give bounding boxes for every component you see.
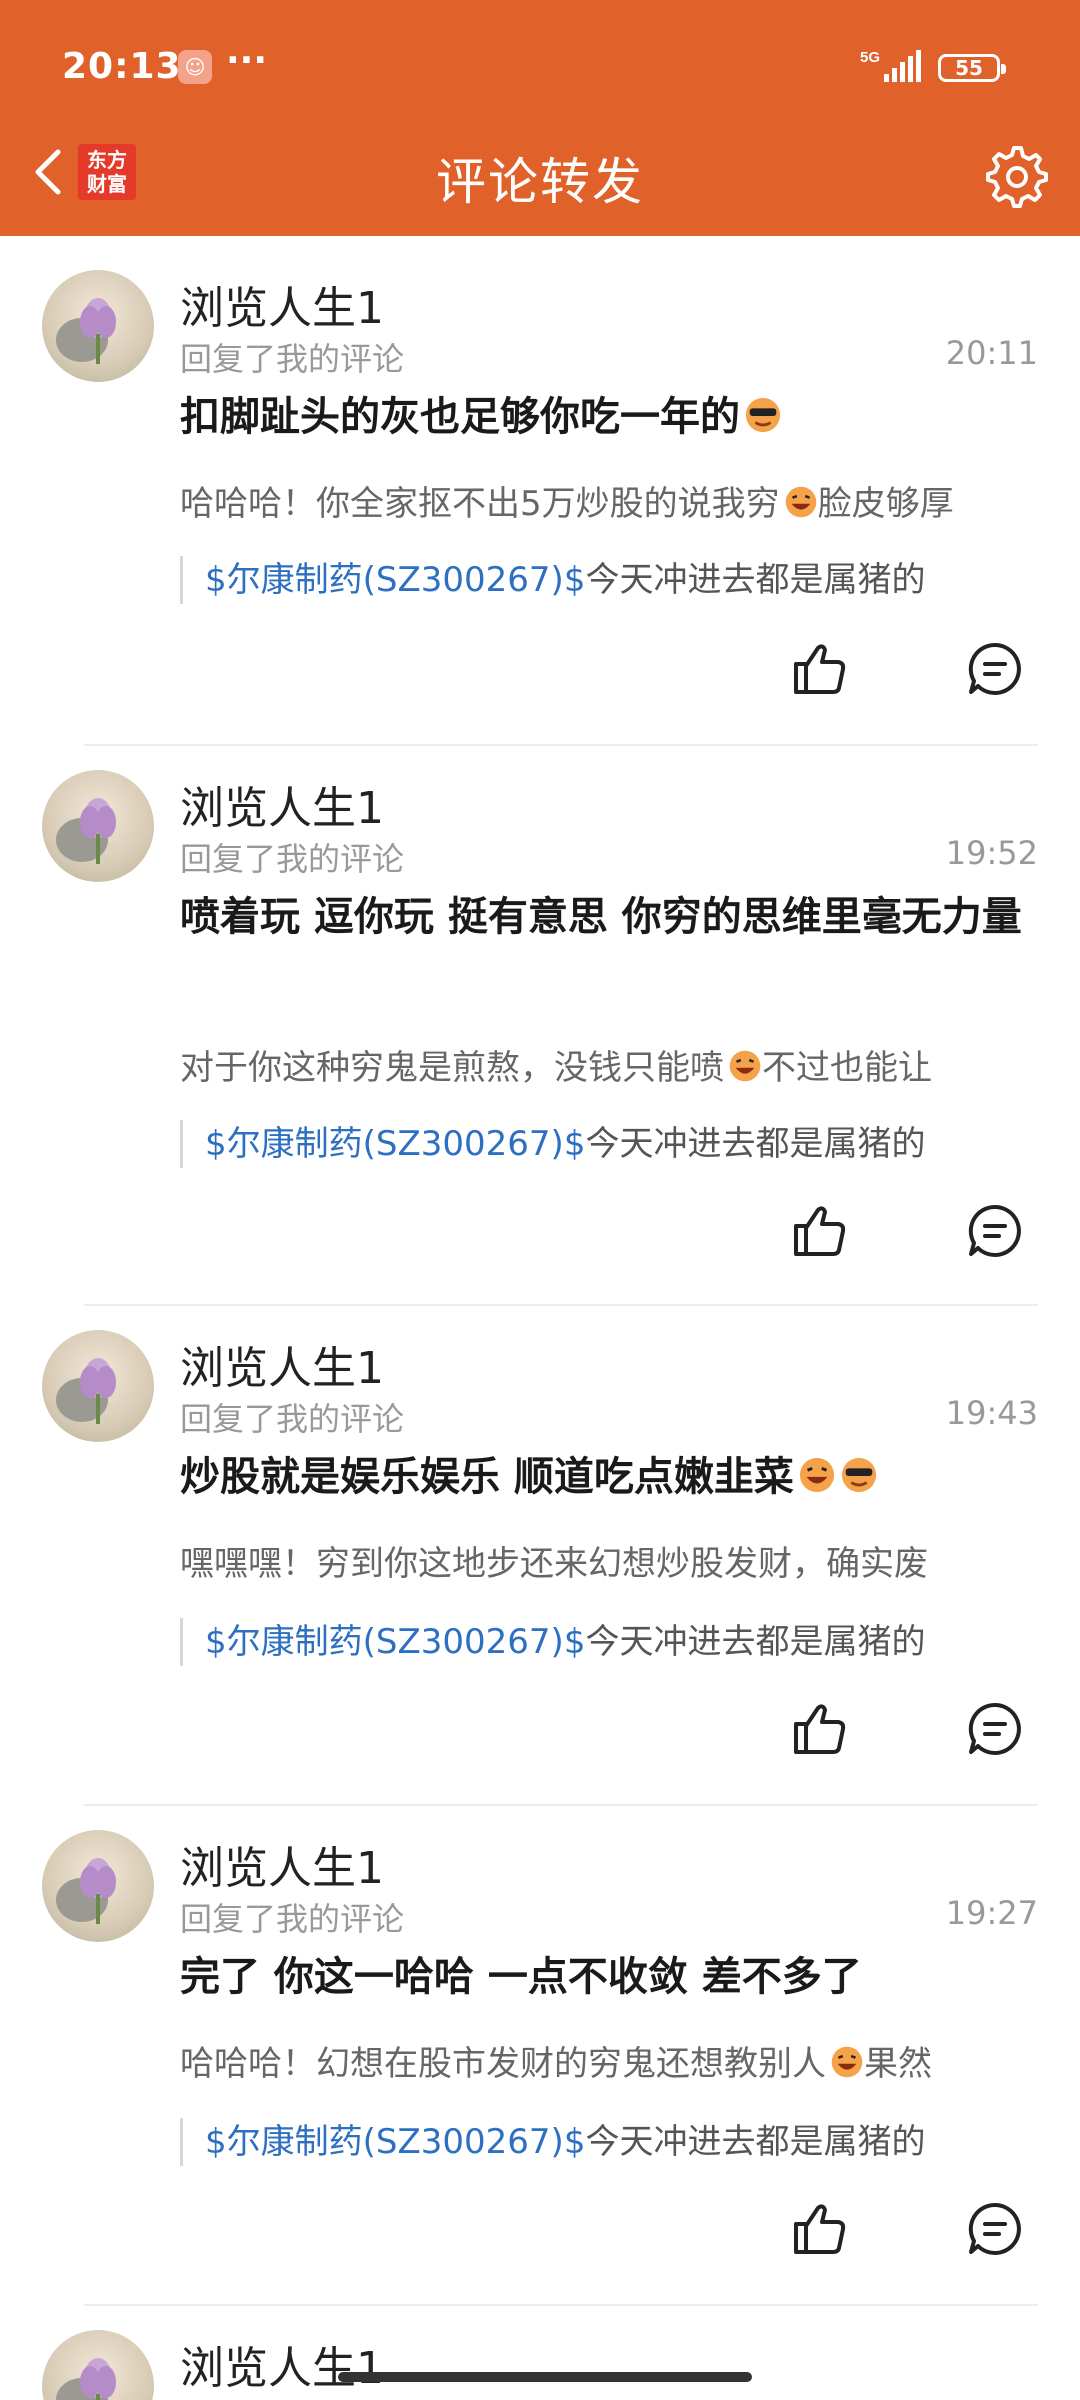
original-comment-tail: 果然: [864, 2044, 932, 2084]
reply-text-content: 完了 你这一哈哈 一点不收敛 差不多了: [180, 1954, 862, 2000]
quote-text: 今天冲进去都是属猪的: [585, 2122, 926, 2162]
original-comment-tail: 不过也能让: [762, 1048, 932, 1088]
reply-text-content: 喷着玩 逗你玩 挺有意思 你穷的思维里毫无力量: [180, 894, 1022, 940]
reply-subtitle: 回复了我的评论: [180, 840, 405, 878]
svg-text:5G: 5G: [860, 49, 880, 66]
reply-subtitle: 回复了我的评论: [180, 1400, 405, 1438]
list-item[interactable]: 浏览人生1 回复了我的评论 19:27 完了 你这一哈哈 一点不收敛 差不多了 …: [0, 1796, 1080, 2356]
laugh-emoji-icon: [831, 2046, 863, 2078]
original-comment: 嘿嘿嘿！穷到你这地步还来幻想炒股发财，确实废: [180, 1536, 1040, 1585]
comment-icon[interactable]: [966, 2200, 1024, 2258]
original-comment: 对于你这种穷鬼是煎熬，没钱只能喷 不过也能让: [180, 1040, 1040, 1089]
page-title: 评论转发: [436, 153, 644, 211]
username[interactable]: 浏览人生1: [180, 1832, 384, 1896]
stock-link[interactable]: $尔康制药(SZ300267)$: [205, 1124, 585, 1164]
reply-text-content: 扣脚趾头的灰也足够你吃一年的: [180, 394, 740, 440]
cool-emoji-icon: [745, 397, 781, 433]
cool-emoji-icon: [841, 1457, 877, 1493]
app-header: 20:13 ☺ ··· 5G 55 东方 财富 评论转发: [0, 0, 1080, 236]
reply-subtitle: 回复了我的评论: [180, 1900, 405, 1938]
original-comment-tail: 脸皮够厚: [817, 484, 954, 524]
status-time: 20:13: [62, 46, 182, 87]
username[interactable]: 浏览人生1: [180, 1332, 384, 1396]
quoted-post[interactable]: $尔康制药(SZ300267)$今天冲进去都是属猪的: [180, 2118, 1065, 2166]
more-notifications-icon: ···: [226, 40, 268, 81]
quoted-post[interactable]: $尔康制药(SZ300267)$今天冲进去都是属猪的: [180, 556, 1065, 604]
stock-link[interactable]: $尔康制药(SZ300267)$: [205, 1622, 585, 1662]
reply-text: 喷着玩 逗你玩 挺有意思 你穷的思维里毫无力量: [180, 886, 1040, 948]
reply-text: 扣脚趾头的灰也足够你吃一年的: [180, 386, 1040, 448]
list-item[interactable]: 浏览人生1 回复了我的评论 20:11 扣脚趾头的灰也足够你吃一年的 哈哈哈！你…: [0, 236, 1080, 796]
reply-text: 炒股就是娱乐娱乐 顺道吃点嫩韭菜: [180, 1446, 1040, 1508]
reply-text-content: 炒股就是娱乐娱乐 顺道吃点嫩韭菜: [180, 1454, 794, 1500]
original-comment-text: 嘿嘿嘿！穷到你这地步还来幻想炒股发财，确实废: [180, 1544, 928, 1584]
avatar[interactable]: [42, 770, 154, 882]
timestamp: 20:11: [945, 334, 1038, 372]
gear-icon[interactable]: [980, 140, 1050, 210]
like-icon[interactable]: [790, 2200, 848, 2258]
timestamp: 19:52: [945, 834, 1038, 872]
comment-icon[interactable]: [966, 640, 1024, 698]
username[interactable]: 浏览人生1: [180, 2332, 384, 2396]
like-icon[interactable]: [790, 1700, 848, 1758]
notification-app-icon: ☺: [178, 50, 212, 84]
signal-5g-icon: 5G: [860, 49, 921, 82]
timestamp: 19:27: [945, 1894, 1038, 1932]
comment-icon[interactable]: [966, 1202, 1024, 1260]
quote-text: 今天冲进去都是属猪的: [585, 1622, 926, 1662]
username[interactable]: 浏览人生1: [180, 772, 384, 836]
original-comment: 哈哈哈！幻想在股市发财的穷鬼还想教别人 果然: [180, 2036, 1040, 2085]
comment-icon[interactable]: [966, 1700, 1024, 1758]
original-comment-text: 哈哈哈！你全家抠不出5万炒股的说我穷: [180, 484, 780, 524]
list-item[interactable]: 浏览人生1 回复了我的评论 19:52 喷着玩 逗你玩 挺有意思 你穷的思维里毫…: [0, 736, 1080, 1296]
original-comment: 哈哈哈！你全家抠不出5万炒股的说我穷 脸皮够厚: [180, 476, 1040, 525]
original-comment-text: 对于你这种穷鬼是煎熬，没钱只能喷: [180, 1048, 724, 1088]
reply-subtitle: 回复了我的评论: [180, 340, 405, 378]
stock-link[interactable]: $尔康制药(SZ300267)$: [205, 560, 585, 600]
avatar[interactable]: [42, 270, 154, 382]
avatar[interactable]: [42, 1330, 154, 1442]
reply-text: 完了 你这一哈哈 一点不收敛 差不多了: [180, 1946, 1040, 2008]
like-icon[interactable]: [790, 1202, 848, 1260]
list-item[interactable]: 浏览人生1: [0, 2296, 1080, 2400]
list-item[interactable]: 浏览人生1 回复了我的评论 19:43 炒股就是娱乐娱乐 顺道吃点嫩韭菜 嘿嘿嘿…: [0, 1296, 1080, 1856]
battery-icon: 55: [938, 54, 1006, 82]
laugh-emoji-icon: [729, 1050, 761, 1082]
laugh-emoji-icon: [799, 1457, 835, 1493]
quote-text: 今天冲进去都是属猪的: [585, 560, 926, 600]
laugh-emoji-icon: [785, 486, 816, 518]
stock-link[interactable]: $尔康制药(SZ300267)$: [205, 2122, 585, 2162]
original-comment-text: 哈哈哈！幻想在股市发财的穷鬼还想教别人: [180, 2044, 826, 2084]
quoted-post[interactable]: $尔康制药(SZ300267)$今天冲进去都是属猪的: [180, 1120, 1065, 1168]
like-icon[interactable]: [790, 640, 848, 698]
home-indicator[interactable]: [338, 2372, 752, 2382]
avatar[interactable]: [42, 2330, 154, 2400]
avatar[interactable]: [42, 1830, 154, 1942]
status-bar: 20:13 ☺ ··· 5G 55: [0, 0, 1080, 140]
quote-text: 今天冲进去都是属猪的: [585, 1124, 926, 1164]
username[interactable]: 浏览人生1: [180, 272, 384, 336]
quoted-post[interactable]: $尔康制药(SZ300267)$今天冲进去都是属猪的: [180, 1618, 1065, 1666]
timestamp: 19:43: [945, 1394, 1038, 1432]
